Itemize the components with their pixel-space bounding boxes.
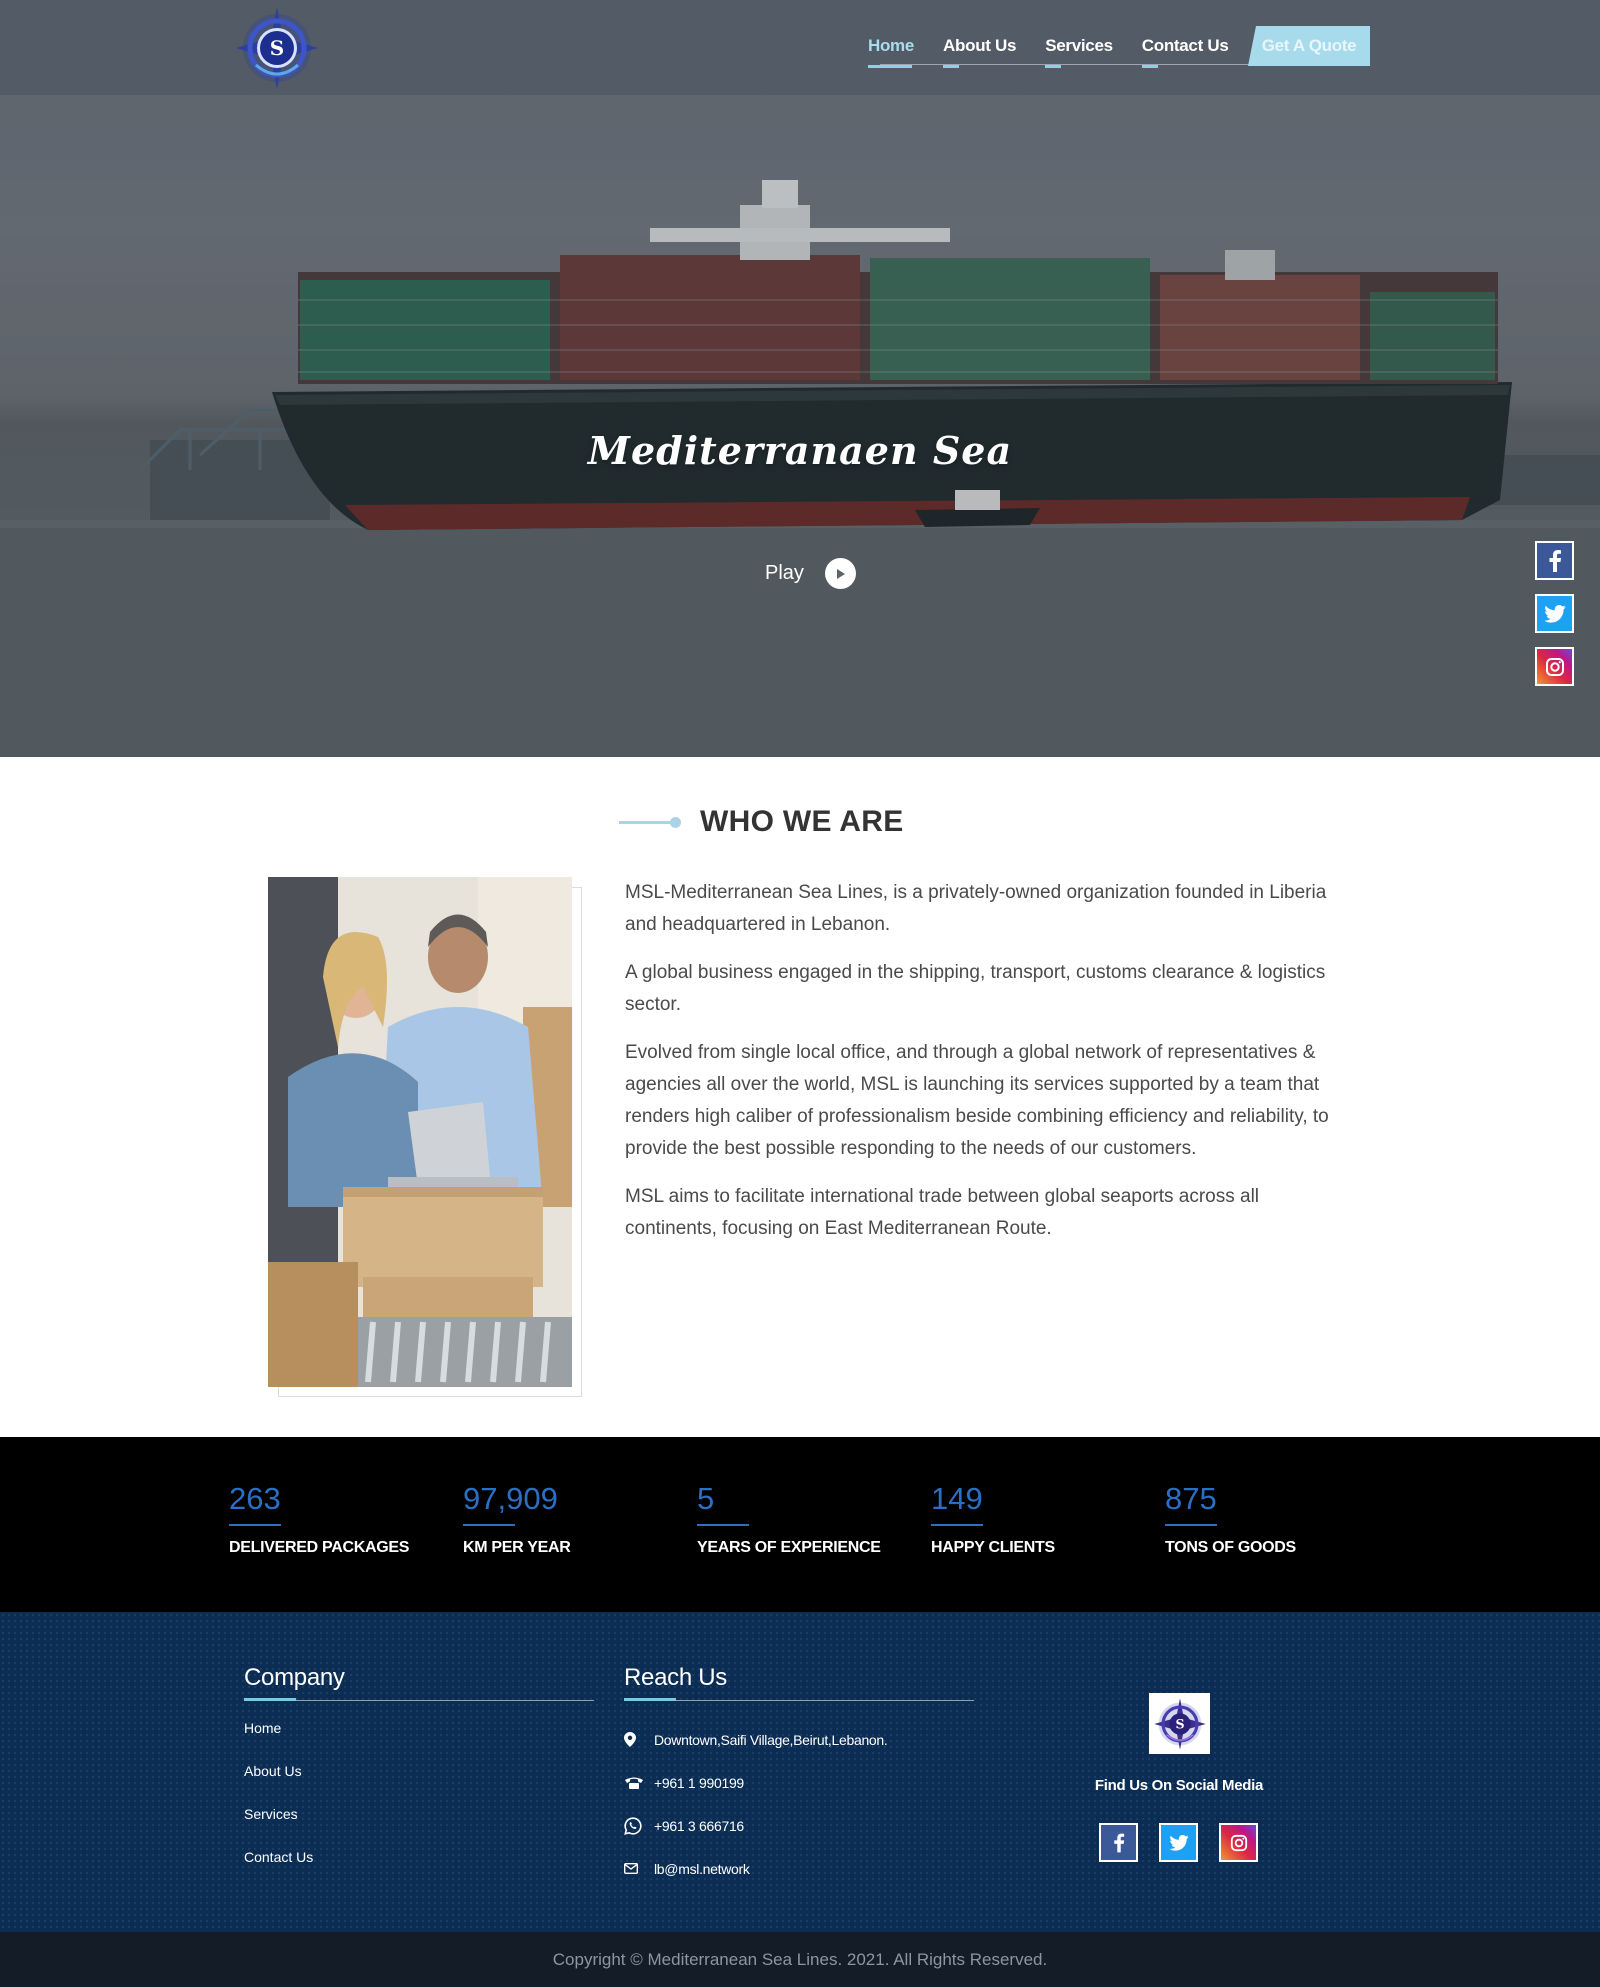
stat-value: 263 — [229, 1481, 281, 1516]
get-a-quote-button[interactable]: Get A Quote — [1248, 26, 1370, 66]
stat-happy-clients: 149 HAPPY CLIENTS — [931, 1479, 1055, 1557]
contact-email[interactable]: lb@msl.network — [624, 1847, 974, 1890]
main-nav: Home About Us Services Contact Us — [868, 26, 1258, 68]
section-heading: WHO WE ARE — [619, 800, 904, 844]
hero-overlay — [0, 0, 1600, 757]
play-icon — [824, 558, 856, 589]
nav-divider — [880, 64, 1260, 65]
hero-section: S Home About Us Services Contact Us Get … — [0, 0, 1600, 757]
msl-logo[interactable]: S — [234, 5, 320, 91]
stat-label: KM PER YEAR — [463, 1539, 571, 1556]
floating-social-bar — [1535, 541, 1574, 700]
svg-text:S: S — [1175, 1716, 1184, 1731]
stat-value: 149 — [931, 1481, 983, 1516]
facebook-icon[interactable] — [1535, 541, 1574, 580]
footer-link-services[interactable]: Services — [244, 1804, 594, 1847]
svg-text:S: S — [270, 36, 284, 60]
footer-company-column: Company Home About Us Services Contact U… — [244, 1664, 594, 1890]
stat-tons-of-goods: 875 TONS OF GOODS — [1165, 1479, 1296, 1557]
stat-underline — [697, 1524, 749, 1526]
footer-title-underline — [624, 1698, 974, 1701]
stat-years-of-experience: 5 YEARS OF EXPERIENCE — [697, 1479, 881, 1557]
footer-reach-column: Reach Us Downtown,Saifi Village,Beirut,L… — [624, 1664, 974, 1890]
stat-km-per-year: 97,909 KM PER YEAR — [463, 1479, 571, 1557]
about-paragraph: MSL aims to facilitate international tra… — [625, 1186, 1260, 1239]
stat-underline — [463, 1524, 515, 1526]
footer-link-contact-us[interactable]: Contact Us — [244, 1847, 594, 1890]
facebook-icon[interactable] — [1099, 1823, 1138, 1862]
stats-counter-section: 263 DELIVERED PACKAGES 97,909 KM PER YEA… — [0, 1437, 1600, 1612]
contact-whatsapp[interactable]: +961 3 666716 — [624, 1804, 974, 1847]
twitter-icon[interactable] — [1535, 594, 1574, 633]
top-navbar: S Home About Us Services Contact Us Get … — [0, 0, 1600, 95]
contact-phone[interactable]: +961 1 990199 — [624, 1761, 974, 1804]
footer-logo: S — [1149, 1693, 1210, 1754]
heading-decoration — [619, 816, 681, 828]
contact-whatsapp-text: +961 3 666716 — [654, 1817, 744, 1834]
about-paragraph: Evolved from single local office, and th… — [625, 1042, 1329, 1159]
nav-home[interactable]: Home — [868, 26, 914, 68]
instagram-icon[interactable] — [1535, 647, 1574, 686]
contact-address: Downtown,Saifi Village,Beirut,Lebanon. — [624, 1718, 974, 1761]
telephone-icon — [624, 1776, 646, 1790]
contact-list: Downtown,Saifi Village,Beirut,Lebanon. +… — [624, 1718, 974, 1890]
stat-label: HAPPY CLIENTS — [931, 1539, 1055, 1556]
twitter-icon[interactable] — [1159, 1823, 1198, 1862]
stat-value: 97,909 — [463, 1481, 558, 1516]
about-paragraph: A global business engaged in the shippin… — [625, 962, 1326, 1015]
stat-value: 875 — [1165, 1481, 1217, 1516]
stat-underline — [229, 1524, 281, 1526]
about-text: MSL-Mediterranean Sea Lines, is a privat… — [625, 877, 1355, 1261]
map-pin-icon — [624, 1732, 646, 1747]
about-paragraph: MSL-Mediterranean Sea Lines, is a privat… — [625, 882, 1327, 935]
contact-email-text: lb@msl.network — [654, 1860, 750, 1877]
stat-label: DELIVERED PACKAGES — [229, 1539, 410, 1556]
footer-title-underline — [244, 1698, 594, 1701]
contact-phone-text: +961 1 990199 — [654, 1774, 744, 1791]
stat-underline — [931, 1524, 983, 1526]
footer-link-about-us[interactable]: About Us — [244, 1761, 594, 1804]
contact-address-text: Downtown,Saifi Village,Beirut,Lebanon. — [654, 1731, 888, 1748]
stat-delivered-packages: 263 DELIVERED PACKAGES — [229, 1479, 409, 1557]
footer-company-links: Home About Us Services Contact Us — [244, 1718, 594, 1890]
nav-contact-us[interactable]: Contact Us — [1141, 26, 1229, 68]
stat-underline — [1165, 1524, 1217, 1526]
instagram-icon[interactable] — [1219, 1823, 1258, 1862]
copyright-bar: Copyright © Mediterranean Sea Lines. 202… — [0, 1932, 1600, 1987]
site-footer: Company Home About Us Services Contact U… — [0, 1612, 1600, 1932]
whatsapp-icon — [624, 1816, 646, 1835]
footer-reach-title: Reach Us — [624, 1664, 727, 1691]
footer-link-home[interactable]: Home — [244, 1718, 594, 1761]
find-us-social-label: Find Us On Social Media — [1094, 1777, 1264, 1794]
envelope-icon — [624, 1863, 646, 1874]
hero-title: Mediterranaen Sea — [587, 428, 1013, 473]
team-working-photo — [268, 877, 572, 1387]
play-video-button[interactable]: Play — [765, 558, 856, 589]
who-we-are-title: WHO WE ARE — [700, 805, 904, 838]
stat-value: 5 — [697, 1481, 715, 1516]
stat-label: YEARS OF EXPERIENCE — [697, 1539, 881, 1556]
nav-about-us[interactable]: About Us — [943, 26, 1017, 68]
nav-services[interactable]: Services — [1045, 26, 1113, 68]
play-label: Play — [765, 562, 804, 584]
stat-label: TONS OF GOODS — [1165, 1539, 1296, 1556]
footer-company-title: Company — [244, 1664, 345, 1691]
